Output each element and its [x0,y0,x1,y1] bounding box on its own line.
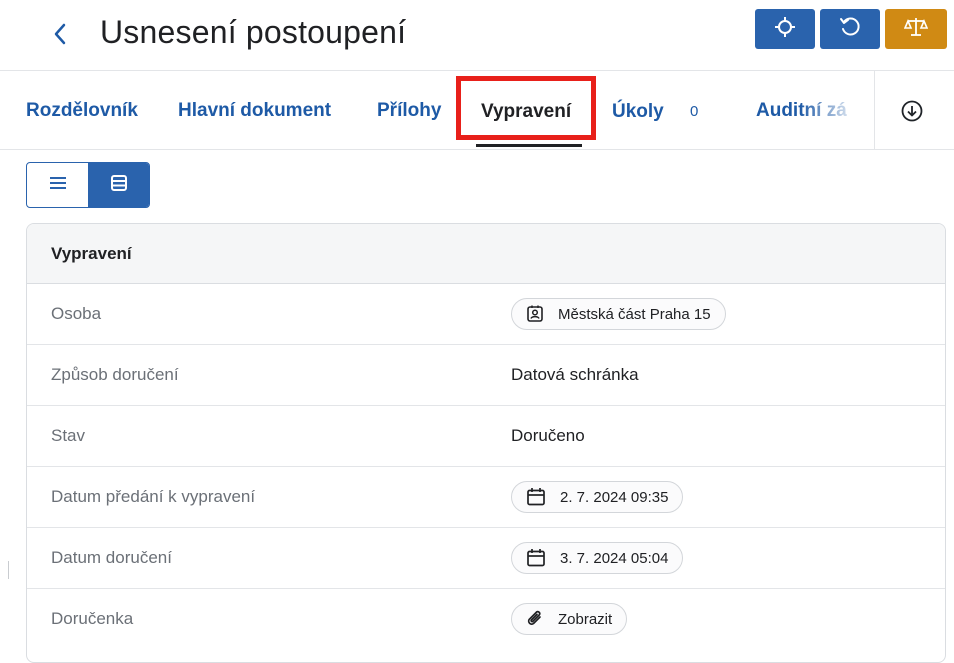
field-label: Datum předání k vypravení [51,487,256,506]
active-tab-indicator [476,144,582,147]
table-row: Stav Doručeno [27,406,945,467]
scales-icon [903,16,929,43]
tab-auditni-zaznam[interactable]: Auditní zá [756,100,847,122]
crosshair-icon [774,16,796,43]
paperclip-icon [526,609,544,629]
date-chip[interactable]: 3. 7. 2024 05:04 [511,542,684,574]
table-row: Osoba Městská část Praha 15 [27,284,945,345]
tab-hlavni-dokument[interactable]: Hlavní dokument [178,100,331,122]
locate-button[interactable] [755,9,815,49]
tab-rozdelovnik[interactable]: Rozdělovník [26,100,138,122]
app-header: Usnesení postoupení [0,0,954,70]
list-view-button[interactable] [27,163,88,207]
tab-vypraveni[interactable]: Vypravení [481,101,571,123]
person-chip[interactable]: Městská část Praha 15 [511,298,726,330]
field-label: Stav [51,426,86,445]
scales-button[interactable] [885,9,947,49]
field-value: 3. 7. 2024 05:04 [511,528,684,588]
refresh-icon [839,16,861,43]
field-value: Doručeno [511,426,585,445]
tab-ukoly[interactable]: Úkoly [612,101,664,123]
table-row: Doručenka Zobrazit [27,589,945,650]
calendar-icon [526,548,546,568]
chevron-left-icon [53,21,67,52]
tab-scroll-divider [874,71,875,149]
edge-divider [8,561,9,579]
field-label: Doručenka [51,609,134,628]
chip-label: 2. 7. 2024 09:35 [560,488,669,506]
field-label: Osoba [51,304,102,323]
contact-icon [526,305,544,323]
field-label: Způsob doručení [51,365,179,384]
receipt-chip[interactable]: Zobrazit [511,603,628,635]
table-view-button[interactable] [88,163,149,207]
chip-label: 3. 7. 2024 05:04 [560,549,669,567]
tab-ukoly-count: 0 [690,103,699,120]
detail-card: Vypravení Osoba Městská část Praha 15 Zp… [26,223,946,663]
calendar-icon [526,487,546,507]
table-row: Datum doručení 3. 7. 2024 05:04 [27,528,945,589]
chip-label: Městská část Praha 15 [558,305,711,323]
field-value: Městská část Praha 15 [511,284,726,344]
card-header: Vypravení [27,224,945,284]
table-row: Datum předání k vypravení 2. 7. 2024 09:… [27,467,945,528]
circle-arrow-down-icon [900,99,924,128]
refresh-button[interactable] [820,9,880,49]
tab-prilohy[interactable]: Přílohy [377,100,441,122]
chip-label: Zobrazit [558,610,613,628]
table-row: Způsob doručení Datová schránka [27,345,945,406]
view-toggle [26,162,150,208]
field-label: Datum doručení [51,548,172,567]
list-icon [49,176,67,195]
page-title: Usnesení postoupení [100,14,407,50]
back-button[interactable] [46,20,74,52]
field-value: 2. 7. 2024 09:35 [511,467,684,527]
tab-scroll-button[interactable] [899,100,925,126]
field-value: Zobrazit [511,589,628,649]
table-icon [110,174,128,197]
date-chip[interactable]: 2. 7. 2024 09:35 [511,481,684,513]
field-value: Datová schránka [511,365,639,384]
